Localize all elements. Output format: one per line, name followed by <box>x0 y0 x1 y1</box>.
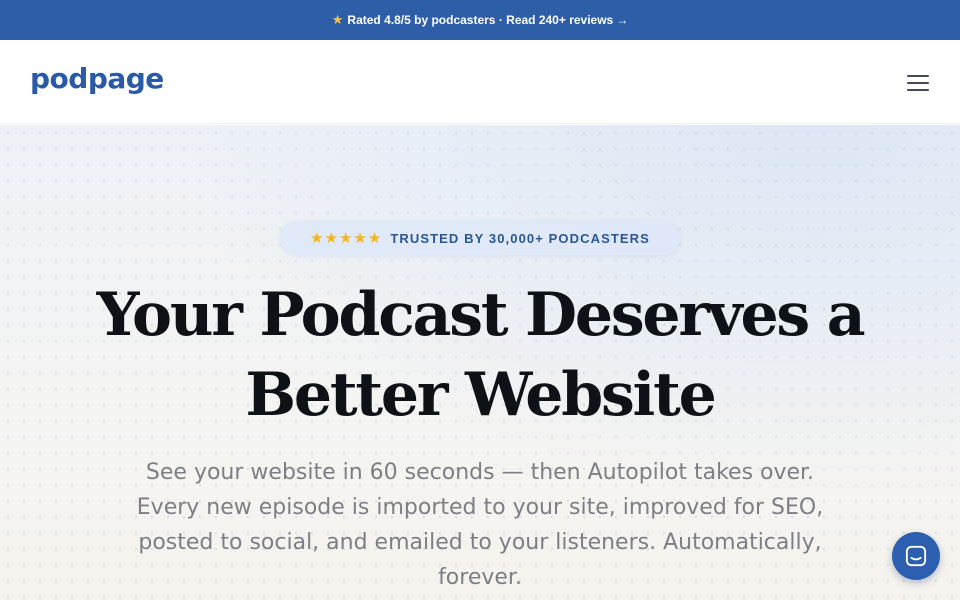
hero-headline: Your Podcast Deserves a Better Website <box>40 275 920 435</box>
arrow-right-icon: → <box>616 13 629 27</box>
headline-line-2: Better Website <box>245 360 716 430</box>
podpage-logo[interactable]: podpage <box>30 62 164 95</box>
hero-subtext: See your website in 60 seconds — then Au… <box>136 460 824 590</box>
headline-line-1: Your Podcast Deserves a <box>96 280 866 350</box>
five-star-rating-icon: ★★★★★ <box>310 230 383 247</box>
site-header: podpage <box>0 40 960 124</box>
trust-badge-text: TRUSTED BY 30,000+ PODCASTERS <box>390 230 650 246</box>
chat-icon <box>905 545 927 567</box>
announcement-banner[interactable]: ★ Rated 4.8/5 by podcasters · Read 240+ … <box>0 0 960 40</box>
hero-section: ★★★★★ TRUSTED BY 30,000+ PODCASTERS Your… <box>0 125 960 600</box>
chat-launcher-button[interactable] <box>892 532 940 580</box>
hamburger-menu-icon[interactable] <box>906 74 930 92</box>
trust-badge: ★★★★★ TRUSTED BY 30,000+ PODCASTERS <box>280 221 680 255</box>
banner-text: Rated 4.8/5 by podcasters · Read 240+ re… <box>347 13 614 27</box>
star-icon: ★ <box>331 12 344 27</box>
